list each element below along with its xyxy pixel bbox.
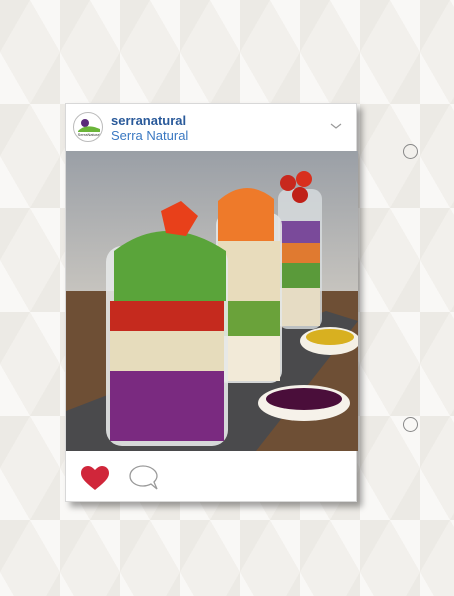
circle-icon <box>403 144 418 159</box>
post-card: SerraNatural serranatural Serra Natural <box>65 103 358 503</box>
salad-jars-photo <box>66 151 358 451</box>
heart-icon[interactable] <box>80 465 110 491</box>
post-image <box>66 151 358 451</box>
serra-natural-logo: SerraNatural <box>78 119 101 137</box>
comment-icon[interactable] <box>128 464 160 492</box>
circle-icon <box>403 417 418 432</box>
chevron-down-icon[interactable] <box>330 120 342 132</box>
svg-text:SerraNatural: SerraNatural <box>78 132 101 137</box>
username[interactable]: serranatural <box>111 113 186 128</box>
avatar[interactable]: SerraNatural <box>73 112 103 142</box>
display-name[interactable]: Serra Natural <box>111 128 188 143</box>
post-actions <box>66 451 358 503</box>
post-header: SerraNatural serranatural Serra Natural <box>66 104 356 151</box>
